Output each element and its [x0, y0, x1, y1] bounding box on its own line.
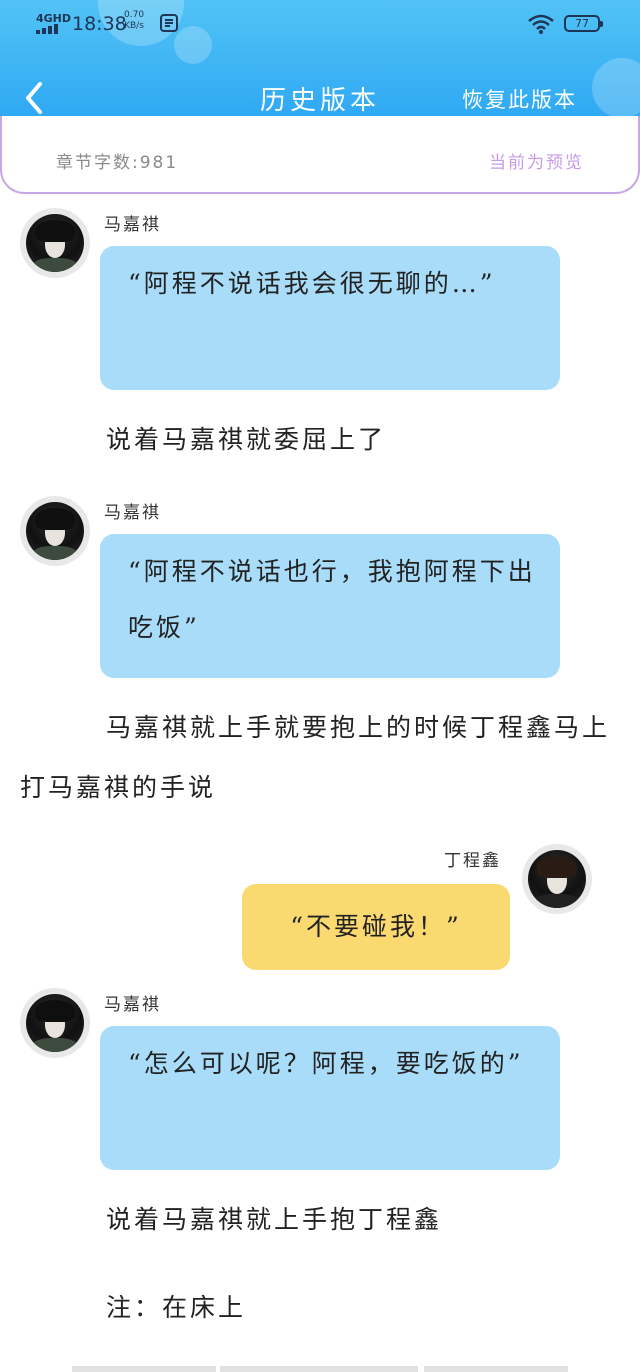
speaker-name: 马嘉祺	[104, 995, 161, 1015]
battery-indicator: 77	[564, 15, 603, 32]
dialogue-bubble: “阿程不说话也行，我抱阿程下出吃饭”	[100, 534, 560, 678]
chapter-info-card: 章节字数:981 当前为预览	[0, 116, 640, 194]
notification-app-icon	[160, 14, 178, 32]
dialogue-bubble: “阿程不说话我会很无聊的…”	[100, 246, 560, 390]
avatar-photo	[26, 994, 84, 1052]
word-count: 章节字数:981	[56, 153, 179, 173]
narration-text: 马嘉祺就上手就要抱上的时候丁程鑫马上打马嘉祺的手说	[20, 713, 611, 802]
clock: 18:38	[72, 13, 127, 35]
avatar-photo	[26, 214, 84, 272]
restore-version-button[interactable]: 恢复此版本	[462, 84, 577, 114]
speaker-name: 丁程鑫	[444, 851, 501, 871]
dialogue-bubble: “怎么可以呢？阿程，要吃饭的”	[100, 1026, 560, 1170]
signal-icon	[36, 24, 58, 34]
avatar-ma-jiaqi[interactable]	[20, 988, 90, 1058]
speaker-name: 马嘉祺	[104, 503, 161, 523]
status-bar: 4GHD 18:38 0.70 KB/s 77	[0, 0, 640, 50]
avatar-ma-jiaqi[interactable]	[20, 496, 90, 566]
narration-text: 说着马嘉祺就上手抱丁程鑫	[106, 1205, 443, 1234]
bottom-divider	[424, 1366, 568, 1372]
speed-value: 0.70	[124, 10, 145, 20]
speaker-name: 马嘉祺	[104, 215, 161, 235]
preview-status: 当前为预览	[489, 153, 584, 173]
app-header: 4GHD 18:38 0.70 KB/s 77 历史版本 恢复此版本	[0, 0, 640, 134]
narration-text: 注：在床上	[106, 1293, 247, 1322]
avatar-ma-jiaqi[interactable]	[20, 208, 90, 278]
dialogue-bubble: “不要碰我！”	[242, 884, 510, 970]
network-speed: 0.70 KB/s	[124, 10, 144, 32]
narration-text: 说着马嘉祺就委屈上了	[106, 425, 387, 454]
bottom-divider	[220, 1366, 418, 1372]
avatar-photo	[528, 850, 586, 908]
avatar-ding-chengxin[interactable]	[522, 844, 592, 914]
speed-unit: KB/s	[124, 21, 144, 31]
bottom-divider	[72, 1366, 216, 1372]
wifi-icon	[528, 14, 554, 34]
avatar-photo	[26, 502, 84, 560]
